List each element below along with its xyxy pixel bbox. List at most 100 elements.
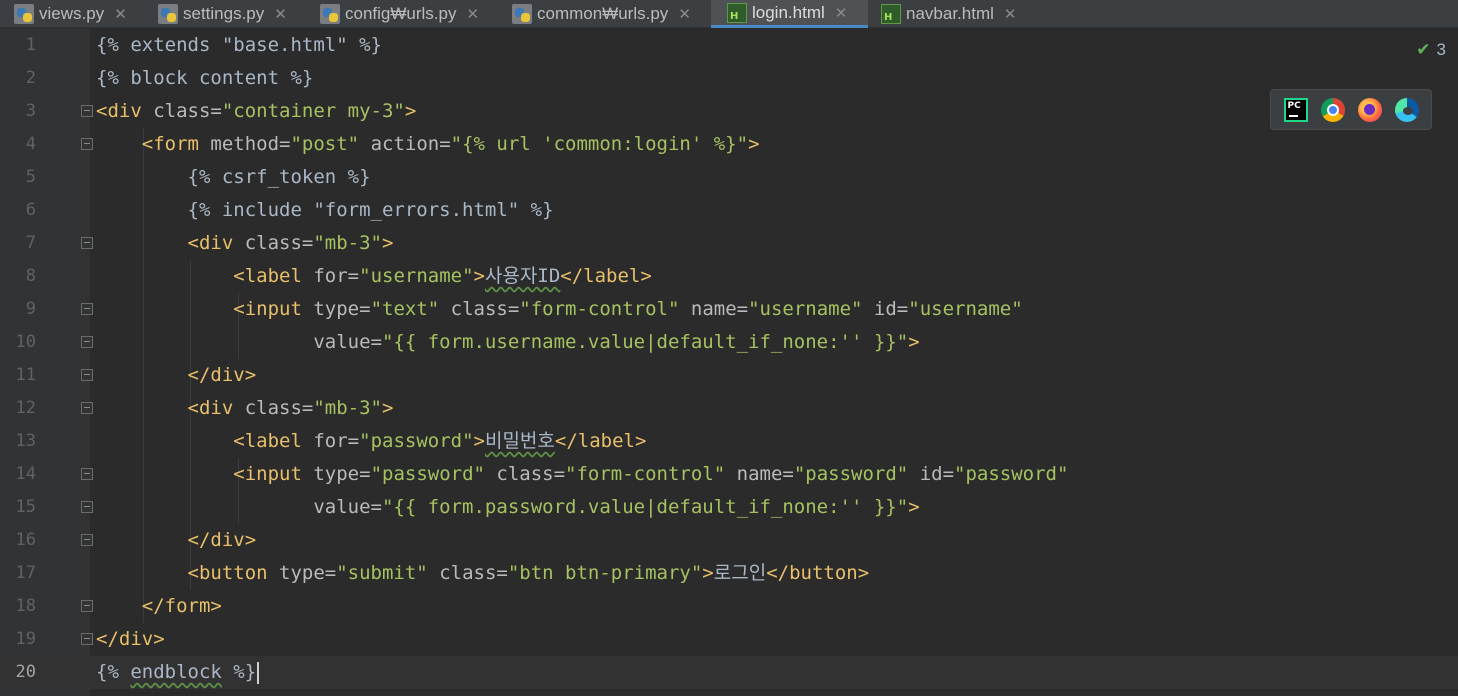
code-token: <div bbox=[187, 232, 245, 254]
tab-label: config₩urls.py bbox=[345, 4, 457, 23]
line-number: 10 bbox=[15, 332, 36, 352]
tab-common-urls-py[interactable]: common₩urls.py ✕ bbox=[512, 0, 691, 28]
fold-marker-icon[interactable] bbox=[81, 369, 93, 381]
fold-marker-icon[interactable] bbox=[81, 105, 93, 117]
code-line[interactable]: value="{{ form.username.value|default_if… bbox=[96, 326, 920, 359]
code-line[interactable]: <label for="username">사용자ID</label> bbox=[96, 260, 652, 293]
tab-navbar-html[interactable]: navbar.html ✕ bbox=[881, 0, 1016, 28]
code-token: for= bbox=[313, 430, 360, 452]
close-icon[interactable]: ✕ bbox=[678, 5, 691, 23]
html-file-icon bbox=[881, 4, 901, 24]
code-line[interactable]: {% include "form_errors.html" %} bbox=[96, 194, 554, 227]
code-token: <div bbox=[187, 397, 245, 419]
line-number: 8 bbox=[25, 266, 36, 286]
line-number: 20 bbox=[15, 662, 36, 682]
code-token: </label> bbox=[554, 430, 647, 452]
code-token: > bbox=[382, 232, 394, 254]
fold-marker-icon[interactable] bbox=[81, 534, 93, 546]
close-icon[interactable]: ✕ bbox=[114, 5, 127, 23]
code-line[interactable]: {% block content %} bbox=[96, 62, 313, 95]
tab-label: settings.py bbox=[183, 4, 265, 23]
code-token: "submit" bbox=[336, 562, 440, 584]
code-line[interactable]: </form> bbox=[96, 590, 222, 623]
editor-tab-bar: views.py ✕ settings.py ✕ config₩urls.py … bbox=[0, 0, 1458, 28]
code-line[interactable]: <div class="container my-3"> bbox=[96, 95, 416, 128]
code-token: "username" bbox=[748, 298, 874, 320]
tab-views-py[interactable]: views.py ✕ bbox=[14, 0, 127, 28]
code-token: {% include "form_errors.html" %} bbox=[96, 199, 554, 221]
code-line[interactable]: </div> bbox=[96, 359, 257, 392]
fold-marker-icon[interactable] bbox=[81, 237, 93, 249]
code-line[interactable]: value="{{ form.password.value|default_if… bbox=[96, 491, 919, 524]
code-line[interactable]: <div class="mb-3"> bbox=[96, 227, 394, 260]
line-number: 13 bbox=[15, 431, 36, 451]
code-token: <form bbox=[141, 133, 211, 155]
fold-marker-icon[interactable] bbox=[81, 336, 93, 348]
edge-icon[interactable] bbox=[1394, 97, 1419, 122]
close-icon[interactable]: ✕ bbox=[1004, 5, 1017, 23]
code-token: class= bbox=[244, 397, 314, 419]
close-icon[interactable]: ✕ bbox=[274, 5, 287, 23]
line-number: 1 bbox=[25, 35, 36, 55]
code-line[interactable]: <div class="mb-3"> bbox=[96, 392, 394, 425]
code-token: value= bbox=[313, 331, 382, 353]
code-token: </div> bbox=[187, 529, 257, 551]
code-line[interactable]: {% endblock %} bbox=[96, 656, 260, 689]
code-token: <input bbox=[233, 463, 314, 485]
code-token: class= bbox=[153, 100, 222, 122]
code-token: "password" bbox=[954, 463, 1069, 485]
python-file-icon bbox=[14, 4, 34, 24]
tab-config-urls-py[interactable]: config₩urls.py ✕ bbox=[320, 0, 479, 28]
chrome-icon[interactable] bbox=[1320, 97, 1345, 122]
close-icon[interactable]: ✕ bbox=[466, 5, 479, 23]
line-number: 19 bbox=[15, 629, 36, 649]
code-line[interactable]: <label for="password">비밀번호</label> bbox=[96, 425, 646, 458]
code-token: </button> bbox=[766, 562, 870, 584]
code-token: class= bbox=[496, 463, 566, 485]
line-number: 14 bbox=[15, 464, 36, 484]
code-editor[interactable]: 1 2 3 4 5 6 7 8 9 10 11 12 13 14 15 16 17 18 19 20 {% exten… bbox=[0, 29, 1458, 696]
code-token: > bbox=[908, 331, 920, 353]
code-line[interactable]: <input type="text" class="form-control" … bbox=[96, 293, 1022, 326]
browser-popup bbox=[1270, 89, 1432, 130]
code-token: value= bbox=[313, 496, 382, 518]
code-line[interactable]: {% extends "base.html" %} bbox=[96, 29, 382, 62]
close-icon[interactable]: ✕ bbox=[835, 4, 848, 22]
inspection-count: 3 bbox=[1436, 40, 1446, 59]
code-line[interactable]: </div> bbox=[96, 623, 165, 656]
code-line[interactable]: </div> bbox=[96, 524, 257, 557]
tab-login-html[interactable]: login.html ✕ bbox=[711, 0, 868, 28]
code-line[interactable]: <button type="submit" class="btn btn-pri… bbox=[96, 557, 870, 590]
code-line[interactable]: {% csrf_token %} bbox=[96, 161, 371, 194]
fold-marker-icon[interactable] bbox=[81, 303, 93, 315]
code-token: class= bbox=[439, 562, 508, 584]
pycharm-icon[interactable] bbox=[1283, 97, 1308, 122]
fold-marker-icon[interactable] bbox=[81, 138, 93, 150]
line-number: 16 bbox=[15, 530, 36, 550]
fold-marker-icon[interactable] bbox=[81, 633, 93, 645]
line-number: 3 bbox=[25, 101, 36, 121]
line-number: 18 bbox=[15, 596, 36, 616]
code-token: %} bbox=[221, 661, 257, 683]
code-line[interactable]: <input type="password" class="form-contr… bbox=[96, 458, 1068, 491]
code-line[interactable]: <form method="post" action="{% url 'comm… bbox=[96, 128, 760, 161]
line-number: 5 bbox=[25, 167, 36, 187]
fold-marker-icon[interactable] bbox=[81, 468, 93, 480]
fold-marker-icon[interactable] bbox=[81, 600, 93, 612]
code-token: </form> bbox=[141, 595, 222, 617]
inspection-widget[interactable]: ✔ 3 bbox=[1416, 40, 1446, 60]
fold-marker-icon[interactable] bbox=[81, 402, 93, 414]
code-token: <div bbox=[96, 100, 154, 122]
code-token: for= bbox=[313, 265, 360, 287]
fold-marker-icon[interactable] bbox=[81, 501, 93, 513]
firefox-icon[interactable] bbox=[1357, 97, 1382, 122]
tab-settings-py[interactable]: settings.py ✕ bbox=[158, 0, 287, 28]
tab-label: common₩urls.py bbox=[537, 4, 669, 23]
python-file-icon bbox=[512, 4, 532, 24]
code-token: "btn btn-primary" bbox=[507, 562, 703, 584]
code-token: > bbox=[382, 397, 394, 419]
